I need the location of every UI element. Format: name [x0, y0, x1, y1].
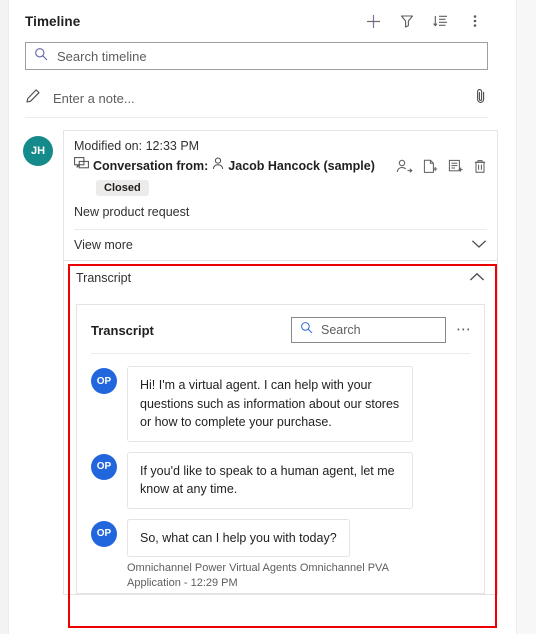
timeline-toolbar — [358, 6, 490, 36]
transcript-search-placeholder: Search — [321, 323, 361, 337]
status-badge: Closed — [96, 180, 149, 196]
sort-button[interactable] — [426, 6, 456, 36]
panel-right-gap — [504, 0, 516, 634]
conversation-person-name[interactable]: Jacob Hancock (sample) — [228, 159, 375, 173]
timeline-panel: Timeline Search timeline Enter a note...… — [9, 0, 504, 634]
record-subject: New product request — [74, 205, 190, 219]
person-icon — [212, 157, 224, 175]
timeline-record[interactable]: JH Modified on: 12:33 PM Conversation fr… — [23, 130, 498, 260]
avatar: OP — [91, 453, 117, 480]
transcript-card: Transcript Search ⋯ OP Hi! I'm a virtual… — [76, 304, 485, 594]
transcript-message-list: OP Hi! I'm a virtual agent. I can help w… — [77, 354, 484, 593]
note-placeholder: Enter a note... — [53, 91, 135, 106]
filter-button[interactable] — [392, 6, 422, 36]
record-actions — [396, 159, 487, 174]
avatar: OP — [91, 368, 117, 394]
left-rail-strip — [0, 0, 9, 634]
assign-icon[interactable] — [396, 159, 413, 174]
right-rail-strip — [516, 0, 536, 634]
search-icon — [34, 47, 48, 66]
search-timeline-placeholder: Search timeline — [57, 48, 147, 64]
paperclip-icon[interactable] — [474, 88, 488, 109]
list-item: OP So, what can I help you with today? — [91, 518, 470, 557]
add-record-button[interactable] — [358, 6, 388, 36]
transcript-section-label: Transcript — [76, 270, 132, 285]
chevron-up-icon — [469, 271, 485, 285]
transcript-card-header: Transcript Search ⋯ — [77, 305, 484, 353]
avatar: JH — [23, 136, 53, 166]
message-bubble: If you'd like to speak to a human agent,… — [127, 451, 413, 509]
view-more-button[interactable]: View more — [74, 229, 487, 260]
page-title: Timeline — [25, 13, 81, 29]
message-bubble: So, what can I help you with today? — [127, 518, 350, 557]
search-timeline-input[interactable]: Search timeline — [25, 42, 488, 70]
transcript-card-title: Transcript — [91, 322, 154, 338]
timeline-header: Timeline — [9, 0, 504, 42]
transcript-section: Transcript Transcript Search ⋯ OP Hi! I'… — [23, 260, 498, 595]
delete-icon[interactable] — [473, 159, 487, 174]
view-more-label: View more — [74, 238, 133, 252]
ellipsis-icon[interactable]: ⋯ — [456, 322, 472, 337]
modified-timestamp: Modified on: 12:33 PM — [74, 139, 200, 153]
transcript-search-input[interactable]: Search — [291, 317, 446, 343]
conversation-icon — [74, 157, 89, 175]
timeline-panel-app: Timeline Search timeline Enter a note...… — [0, 0, 536, 634]
add-note-icon[interactable] — [448, 159, 464, 174]
conversation-header-row: Conversation from: Jacob Hancock (sample… — [74, 157, 487, 175]
avatar: OP — [91, 520, 117, 547]
pencil-icon — [25, 88, 41, 109]
list-item: OP If you'd like to speak to a human age… — [91, 451, 470, 509]
transcript-section-header[interactable]: Transcript — [63, 260, 498, 294]
search-icon — [300, 321, 313, 339]
conversation-label: Conversation from: — [93, 159, 209, 173]
message-bubble: Hi! I'm a virtual agent. I can help with… — [127, 366, 413, 442]
note-composer[interactable]: Enter a note... — [25, 80, 488, 118]
more-commands-button[interactable] — [460, 6, 490, 36]
message-metadata: Omnichannel Power Virtual Agents Omnicha… — [127, 562, 389, 590]
list-item: OP Hi! I'm a virtual agent. I can help w… — [91, 366, 470, 442]
convert-to-case-icon[interactable] — [422, 159, 439, 174]
chevron-down-icon — [471, 238, 487, 252]
transcript-section-body: Transcript Search ⋯ OP Hi! I'm a virtual… — [63, 294, 498, 595]
record-card: Modified on: 12:33 PM Conversation from: — [63, 130, 498, 260]
